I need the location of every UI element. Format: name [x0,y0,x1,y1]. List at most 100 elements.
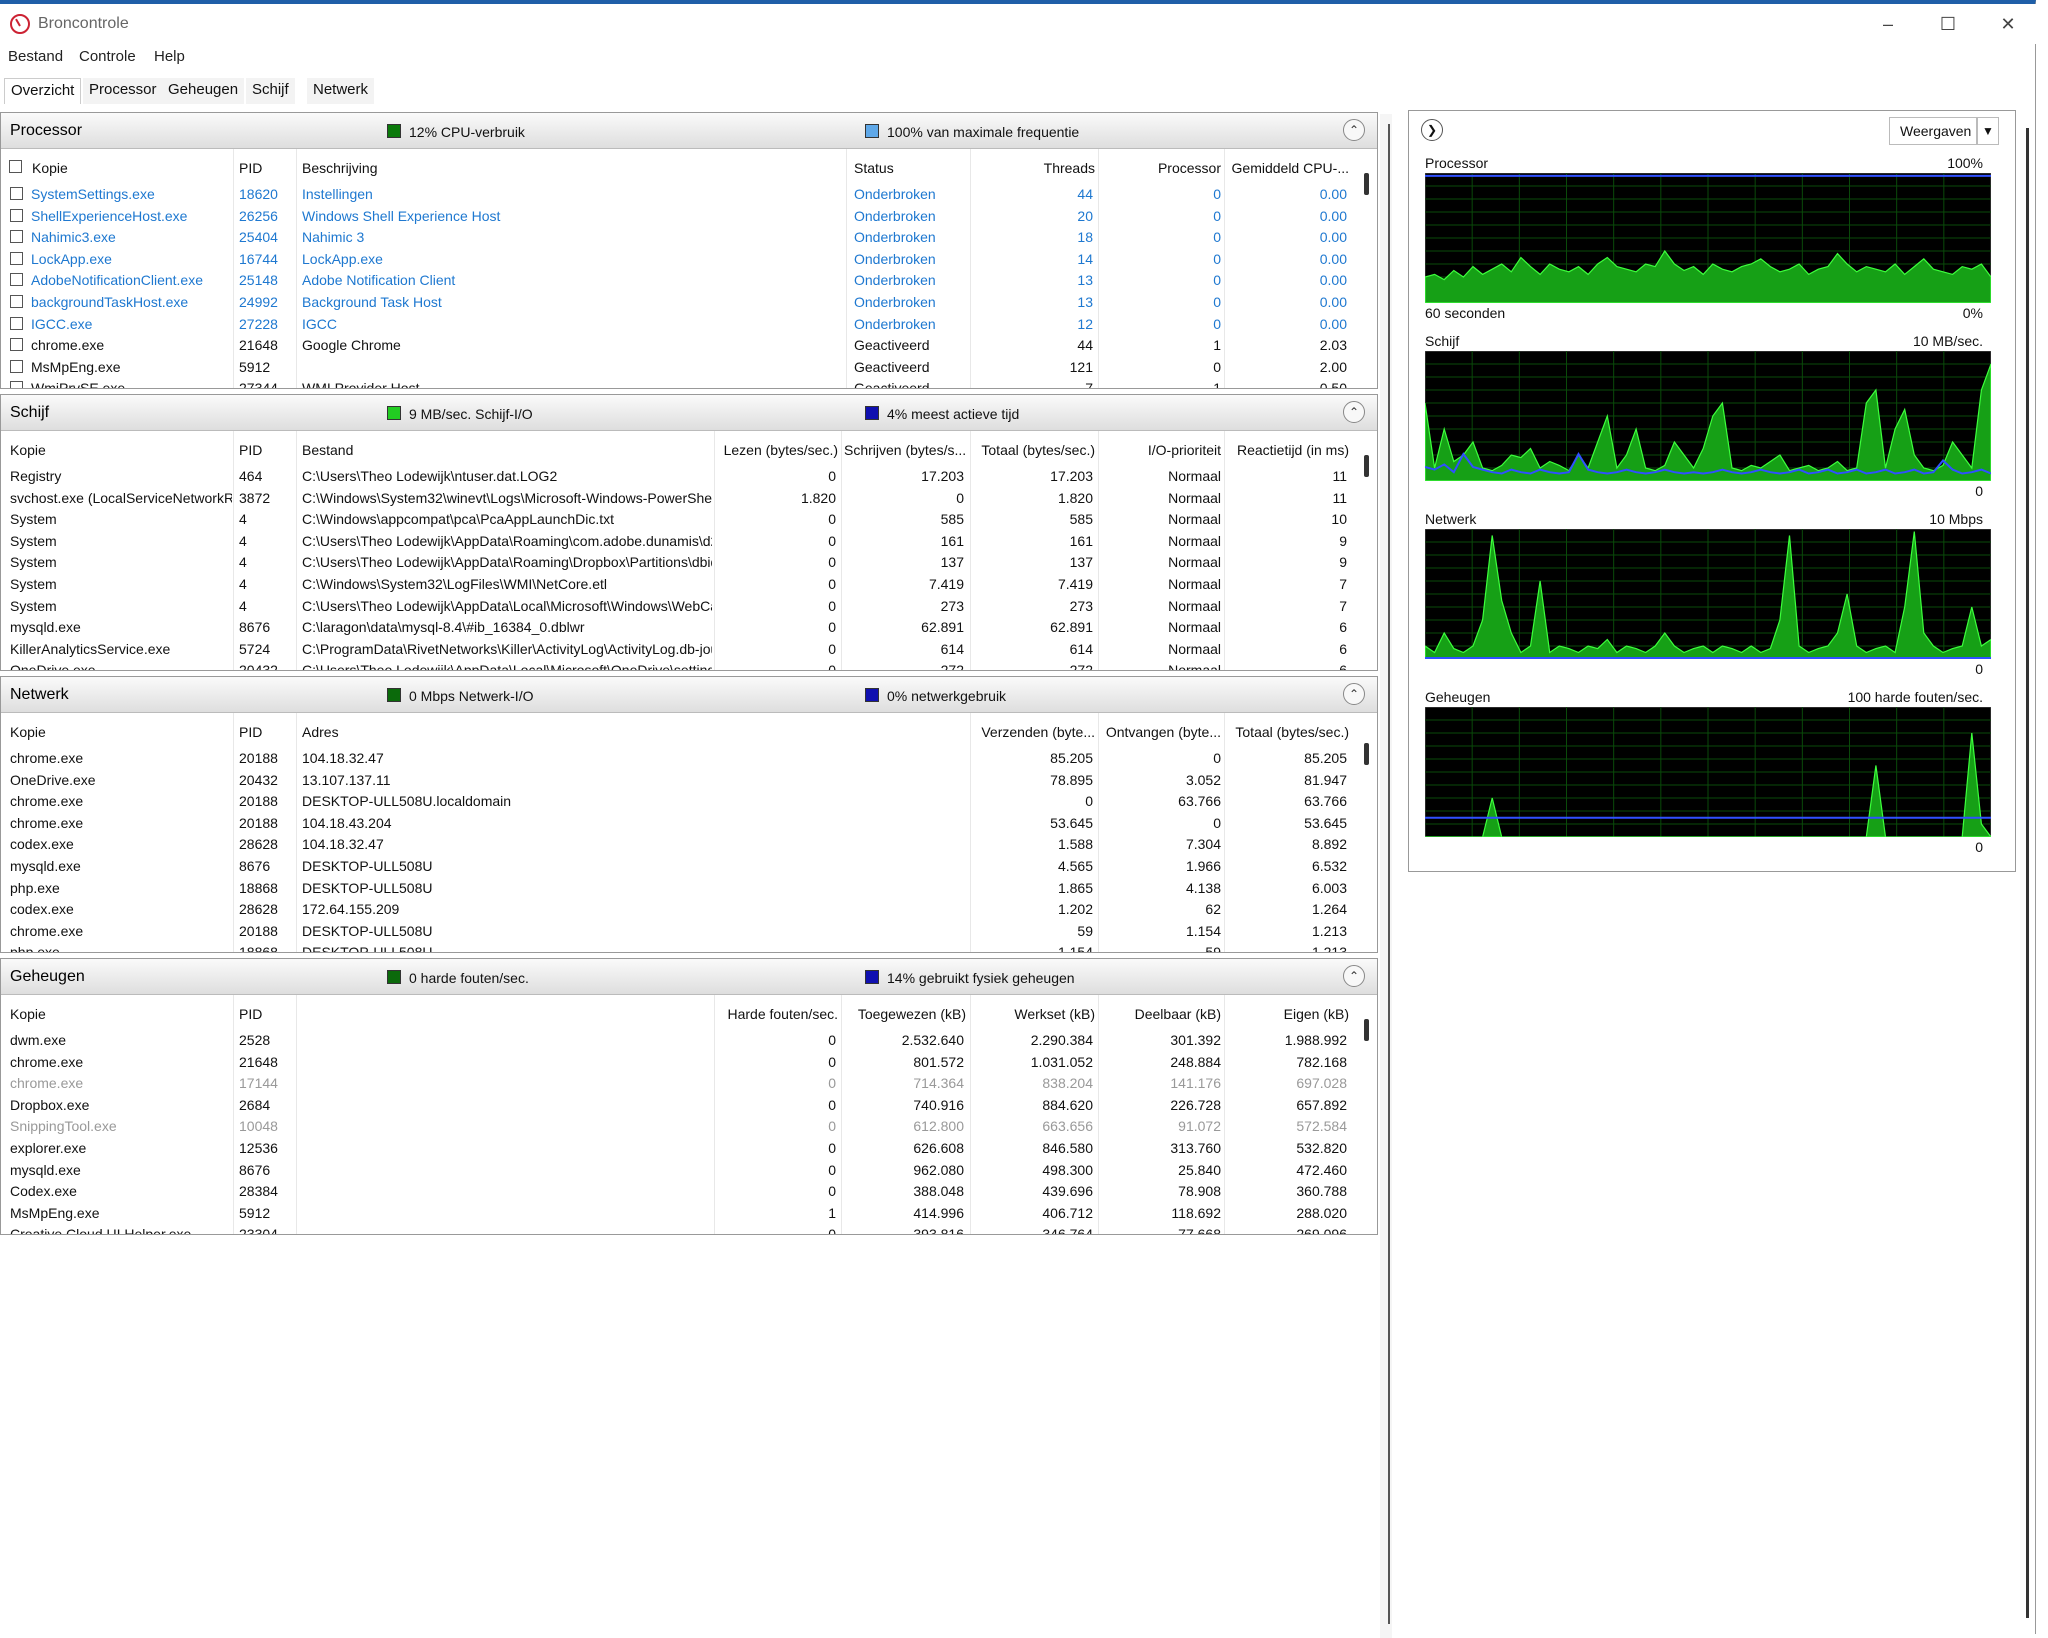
table-row[interactable]: chrome.exe 20188 104.18.32.47 85.205 0 85.205 [1,747,1357,769]
table-row[interactable]: MsMpEng.exe 5912 Geactiveerd 121 0 2.00 [1,356,1357,378]
tab-overzicht[interactable]: Overzicht [4,78,82,104]
column-eigen[interactable]: Eigen (kB) [1227,1006,1349,1022]
column-kopie[interactable]: Kopie [32,160,68,176]
column-totaal[interactable]: Totaal (bytes/sec.) [973,442,1095,458]
column-ontvangen[interactable]: Ontvangen (byte... [1101,724,1221,740]
scrollbar-thumb[interactable] [1364,173,1369,195]
table-row[interactable]: WmiPrvSE.exe 27344 WMI Provider Host Geacti… [1,377,1357,388]
column-totaal[interactable]: Totaal (bytes/sec.) [1227,724,1349,740]
collapse-icon[interactable]: ⌃ [1343,683,1365,705]
column-adres[interactable]: Adres [302,724,339,740]
menu-bestand[interactable]: Bestand [8,48,63,65]
column-processor[interactable]: Processor [1101,160,1221,176]
close-icon[interactable]: ✕ [1978,4,2038,44]
table-row[interactable]: System 4 C:\Users\Theo Lodewijk\AppData\Lo… [1,595,1357,617]
tab-schijf[interactable]: Schijf [246,78,295,104]
disk-header[interactable]: Schijf 9 MB/sec. Schijf-I/O 4% meest act… [1,395,1377,431]
column-deelbaar[interactable]: Deelbaar (kB) [1101,1006,1221,1022]
table-row[interactable]: IGCC.exe 27228 IGCC Onderbroken 12 0 0.00 [1,313,1357,335]
maximize-icon[interactable]: ☐ [1918,4,1978,44]
table-row[interactable]: mysqld.exe 8676 DESKTOP-ULL508U 4.565 1.966 6… [1,855,1357,877]
table-row[interactable]: chrome.exe 17144 0 714.364 838.204 141.176 697… [1,1072,1357,1094]
select-all-checkbox[interactable] [9,160,22,173]
table-row[interactable]: chrome.exe 20188 DESKTOP-ULL508U 59 1.154 1.2… [1,920,1357,942]
table-row[interactable]: Nahimic3.exe 25404 Nahimic 3 Onderbroken 18 0… [1,226,1357,248]
table-row[interactable]: MsMpEng.exe 5912 1 414.996 406.712 118.692 288… [1,1202,1357,1224]
row-checkbox[interactable] [10,359,23,373]
tab-processor[interactable]: Processor [83,78,163,104]
column-beschrijving[interactable]: Beschrijving [302,160,377,176]
table-row[interactable]: explorer.exe 12536 0 626.608 846.580 313.760 5… [1,1137,1357,1159]
table-row[interactable]: KillerAnalyticsService.exe 5724 C:\Program… [1,638,1357,660]
views-button[interactable]: Weergaven [1889,117,1977,145]
table-row[interactable]: php.exe 18868 DESKTOP-ULL508U 1.865 4.138 6.0… [1,877,1357,899]
column-schrijven[interactable]: Schrijven (bytes/s... [844,442,966,458]
network-header[interactable]: Netwerk 0 Mbps Netwerk-I/O 0% netwerkgeb… [1,677,1377,713]
table-row[interactable]: chrome.exe 21648 Google Chrome Geactiveerd 4… [1,334,1357,356]
column-werkset[interactable]: Werkset (kB) [973,1006,1095,1022]
column-kopie[interactable]: Kopie [10,1006,46,1022]
collapse-icon[interactable]: ⌃ [1343,965,1365,987]
table-row[interactable]: OneDrive.exe 20432 13.107.137.11 78.895 3.05… [1,769,1357,791]
column-pid[interactable]: PID [239,1006,262,1022]
column-verzenden[interactable]: Verzenden (byte... [973,724,1095,740]
chevron-right-icon[interactable]: ❯ [1421,119,1443,141]
row-checkbox[interactable] [10,381,23,388]
column-pid[interactable]: PID [239,160,262,176]
row-checkbox[interactable] [10,316,23,330]
table-row[interactable]: OneDrive.exe 20432 C:\Users\Theo Lodewijk\… [1,659,1357,670]
scrollbar-thumb[interactable] [1364,455,1369,477]
table-row[interactable]: Creative Cloud UI Helper.exe 23304 0 393.81… [1,1223,1357,1234]
scrollbar-thumb[interactable] [1364,743,1369,765]
table-row[interactable]: codex.exe 28628 172.64.155.209 1.202 62 1.264 [1,898,1357,920]
table-row[interactable]: System 4 C:\Windows\System32\LogFiles\WMI\… [1,573,1357,595]
row-checkbox[interactable] [10,273,23,287]
chevron-down-icon[interactable]: ▼ [1977,117,1999,145]
collapse-icon[interactable]: ⌃ [1343,119,1365,141]
table-row[interactable]: dwm.exe 2528 0 2.532.640 2.290.384 301.392 1.9… [1,1029,1357,1051]
table-row[interactable]: chrome.exe 20188 104.18.43.204 53.645 0 53.64… [1,812,1357,834]
table-row[interactable]: ShellExperienceHost.exe 26256 Windows Shel… [1,205,1357,227]
column-pid[interactable]: PID [239,442,262,458]
column-harde-fouten[interactable]: Harde fouten/sec. [716,1006,838,1022]
table-row[interactable]: Dropbox.exe 2684 0 740.916 884.620 226.728 657… [1,1094,1357,1116]
table-row[interactable]: AdobeNotificationClient.exe 25148 Adobe No… [1,269,1357,291]
table-row[interactable]: chrome.exe 21648 0 801.572 1.031.052 248.884 7… [1,1051,1357,1073]
processor-header[interactable]: Processor 12% CPU-verbruik 100% van maxi… [1,113,1377,149]
column-toegewezen[interactable]: Toegewezen (kB) [844,1006,966,1022]
table-row[interactable]: php.exe 18868 DESKTOP-ULL508U 1.154 59 1.213 [1,941,1357,952]
memory-header[interactable]: Geheugen 0 harde fouten/sec. 14% gebruik… [1,959,1377,995]
row-checkbox[interactable] [10,295,23,308]
column-reactietijd[interactable]: Reactietijd (in ms) [1227,442,1349,458]
menu-controle[interactable]: Controle [79,48,136,65]
row-checkbox[interactable] [10,251,23,265]
table-row[interactable]: SnippingTool.exe 10048 0 612.800 663.656 91.0… [1,1115,1357,1137]
column-kopie[interactable]: Kopie [10,724,46,740]
table-row[interactable]: Codex.exe 28384 0 388.048 439.696 78.908 360.7… [1,1180,1357,1202]
table-row[interactable]: chrome.exe 20188 DESKTOP-ULL508U.localdoma… [1,790,1357,812]
table-row[interactable]: backgroundTaskHost.exe 24992 Background Ta… [1,291,1357,313]
row-checkbox[interactable] [10,187,23,200]
table-row[interactable]: System 4 C:\Users\Theo Lodewijk\AppData\Ro… [1,530,1357,552]
pane-splitter[interactable] [1380,114,1392,1638]
collapse-icon[interactable]: ⌃ [1343,401,1365,423]
column-bestand[interactable]: Bestand [302,442,353,458]
tab-netwerk[interactable]: Netwerk [307,78,375,104]
column-avg-cpu[interactable]: Gemiddeld CPU-... [1227,160,1349,176]
minimize-icon[interactable]: – [1858,4,1918,44]
table-row[interactable]: codex.exe 28628 104.18.32.47 1.588 7.304 8.89… [1,833,1357,855]
row-checkbox[interactable] [10,208,23,222]
row-checkbox[interactable] [10,338,23,352]
table-row[interactable]: System 4 C:\Users\Theo Lodewijk\AppData\Ro… [1,551,1357,573]
table-row[interactable]: SystemSettings.exe 18620 Instellingen Onder… [1,183,1357,205]
column-threads[interactable]: Threads [973,160,1095,176]
menu-help[interactable]: Help [154,48,185,65]
column-kopie[interactable]: Kopie [10,442,46,458]
scrollbar-thumb[interactable] [1364,1019,1369,1041]
column-lezen[interactable]: Lezen (bytes/sec.) [716,442,838,458]
table-row[interactable]: mysqld.exe 8676 0 962.080 498.300 25.840 472.4… [1,1159,1357,1181]
tab-geheugen[interactable]: Geheugen [162,78,245,104]
table-row[interactable]: Registry 464 C:\Users\Theo Lodewijk\ntuser… [1,465,1357,487]
row-checkbox[interactable] [10,230,23,244]
column-status[interactable]: Status [854,160,894,176]
